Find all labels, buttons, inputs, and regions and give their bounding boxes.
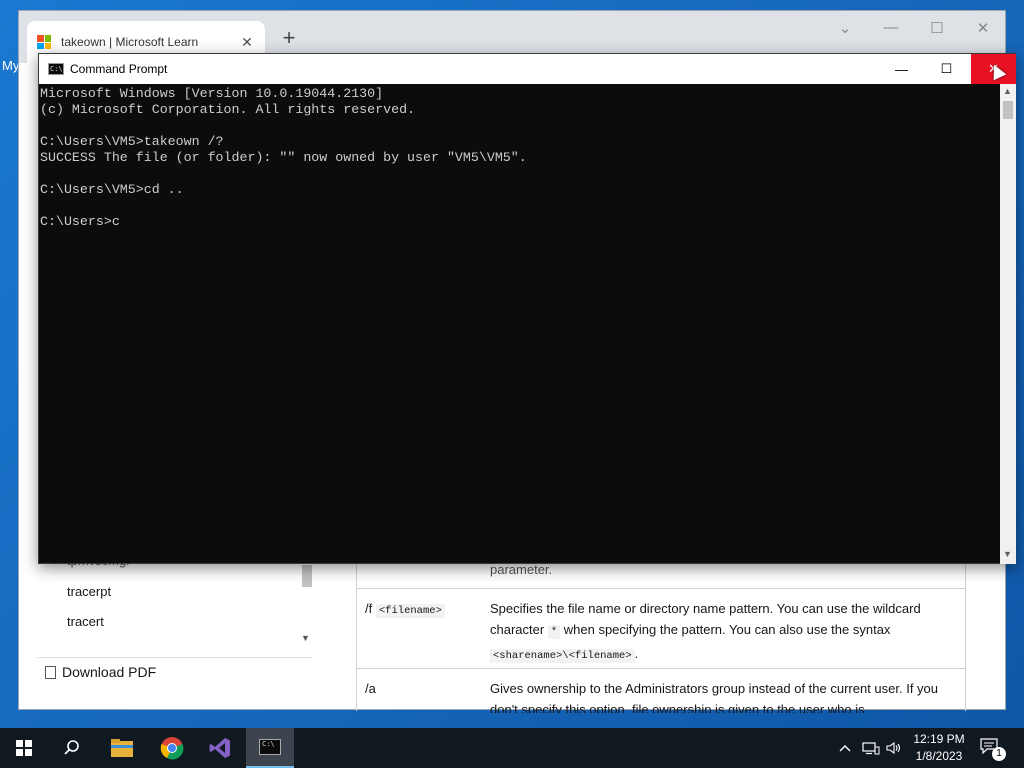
- desktop-icon-label[interactable]: My: [2, 58, 19, 73]
- network-button[interactable]: [862, 728, 880, 768]
- chrome-button[interactable]: [148, 728, 196, 768]
- search-icon: [64, 740, 79, 755]
- document-icon: [45, 665, 56, 679]
- console-line: (c) Microsoft Corporation. All rights re…: [40, 102, 416, 117]
- console-prompt-line[interactable]: C:\Users>c: [40, 214, 1000, 230]
- toc-item[interactable]: tracerpt: [67, 584, 111, 599]
- console-output[interactable]: Microsoft Windows [Version 10.0.19044.21…: [39, 84, 1000, 564]
- scroll-up-icon[interactable]: ▲: [1003, 86, 1012, 96]
- windows-logo-icon: [16, 740, 32, 756]
- browser-maximize-button[interactable]: ☐: [925, 19, 949, 37]
- browser-tab-title: takeown | Microsoft Learn: [61, 35, 199, 49]
- network-icon: [862, 742, 880, 755]
- command-prompt-window: C:\ Command Prompt — ☐ ✕ Microsoft Windo…: [38, 53, 1016, 564]
- divider: [37, 657, 313, 658]
- cmd-titlebar[interactable]: C:\ Command Prompt — ☐ ✕: [39, 54, 1016, 84]
- system-clock[interactable]: 12:19 PM 1/8/2023: [908, 731, 970, 765]
- file-explorer-icon: [111, 739, 133, 757]
- param-name: /f <filename>: [365, 601, 445, 618]
- chrome-icon: [160, 737, 184, 760]
- console-line: C:\Users\VM5>takeown /?: [40, 134, 224, 149]
- visual-studio-icon: [209, 738, 230, 758]
- new-tab-button[interactable]: +: [277, 25, 301, 51]
- param-description: Gives ownership to the Administrators gr…: [490, 681, 939, 713]
- param-description: Specifies the file name or directory nam…: [490, 601, 921, 663]
- download-pdf-link[interactable]: Download PDF: [45, 664, 156, 680]
- console-line: ​: [40, 166, 1000, 182]
- volume-icon: [886, 741, 901, 755]
- browser-minimize-button[interactable]: —: [879, 19, 903, 36]
- console-line: ​: [40, 198, 1000, 214]
- download-pdf-label: Download PDF: [62, 664, 157, 680]
- microsoft-logo-icon: [37, 35, 51, 49]
- tray-overflow-button[interactable]: [838, 728, 852, 768]
- clock-time: 12:19 PM: [913, 732, 965, 746]
- command-prompt-taskbar-button[interactable]: C:\: [246, 728, 294, 768]
- notification-count-badge: 1: [992, 747, 1006, 761]
- tab-search-icon[interactable]: ⌄: [833, 19, 857, 37]
- console-line: Microsoft Windows [Version 10.0.19044.21…: [40, 86, 384, 101]
- toc-scroll-down-icon[interactable]: ▼: [301, 633, 310, 643]
- command-prompt-icon: C:\: [48, 63, 64, 75]
- table-row: /f <filename> Specifies the file name or…: [357, 588, 965, 668]
- volume-button[interactable]: [886, 728, 902, 768]
- scrollbar-thumb[interactable]: [1003, 101, 1013, 119]
- toc-scrollbar-thumb[interactable]: [302, 565, 312, 587]
- browser-close-button[interactable]: ✕: [971, 19, 995, 37]
- scroll-down-icon[interactable]: ▼: [1003, 549, 1012, 559]
- command-prompt-icon: C:\: [259, 739, 281, 755]
- taskbar: C:\ 12:19 PM 1/8/2023 1: [0, 728, 1024, 768]
- visual-studio-button[interactable]: [196, 728, 244, 768]
- tab-close-icon[interactable]: ✕: [239, 34, 255, 51]
- console-line: C:\Users\VM5>cd ..: [40, 182, 184, 197]
- param-name: /a: [365, 681, 376, 696]
- window-title: Command Prompt: [70, 62, 168, 76]
- file-explorer-button[interactable]: [98, 728, 146, 768]
- start-button[interactable]: [0, 728, 48, 768]
- cmd-scrollbar[interactable]: ▲ ▼: [1000, 84, 1016, 564]
- chevron-up-icon: [839, 745, 851, 752]
- console-line: ​: [40, 118, 1000, 134]
- clock-date: 1/8/2023: [915, 749, 963, 763]
- console-line: SUCCESS The file (or folder): "" now own…: [40, 150, 527, 165]
- maximize-button[interactable]: ☐: [924, 54, 969, 84]
- search-button[interactable]: [48, 728, 96, 768]
- minimize-button[interactable]: —: [879, 54, 924, 84]
- toc-item[interactable]: tracert: [67, 614, 104, 629]
- parameters-table: parameter. /f <filename> Specifies the f…: [356, 553, 966, 713]
- table-row: /a Gives ownership to the Administrators…: [357, 668, 965, 713]
